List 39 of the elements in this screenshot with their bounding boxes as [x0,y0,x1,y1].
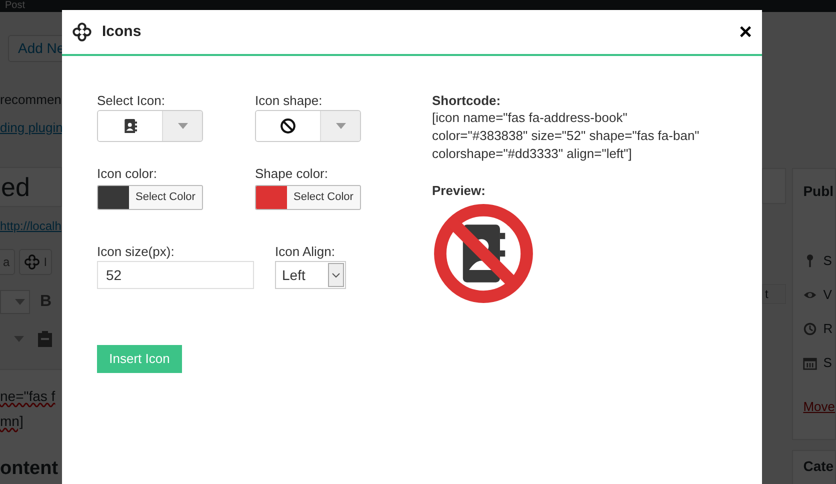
field-label: Select Icon: [97,93,166,108]
caret-icon [178,123,188,129]
shortcode-line: colorshape="#dd3333" align="left"] [432,145,633,163]
field-label: Icon color: [97,166,158,181]
content-heading: ontent [0,457,60,481]
shortcode-label: Shortcode: [432,93,502,109]
field-label: Icon shape: [255,93,324,108]
color-swatch[interactable] [256,186,287,209]
publish-item-label: S [823,252,832,270]
chevron-icon [332,272,340,278]
insert-icon-button[interactable]: Insert Icon [97,345,182,373]
icon-picker[interactable] [97,110,203,142]
publish-item-label: V [823,286,832,304]
content-line: mn] [0,412,24,431]
categories-title: Cate [803,458,834,474]
field-label: Icon size(px): [97,244,176,259]
select-color-button[interactable]: Select Color [287,186,360,209]
address-book-icon [124,118,136,134]
ban-icon [280,118,296,134]
select-color-button[interactable]: Select Color [129,186,202,209]
publish-title: Publ [803,182,835,201]
close-button[interactable]: × [739,21,752,43]
notice-text: recommen [0,91,62,109]
flower-icon [72,22,92,42]
icon-picker[interactable] [255,110,361,142]
field-label: Shape color: [255,166,329,181]
shortcode-line: color="#383838" size="52" shape="fas fa-ban" [432,127,700,145]
icon-size-field[interactable]: 52 [97,261,254,289]
shortcode-line: [icon name="fas fa-address-book" [432,109,628,127]
preview-label: Preview: [432,183,486,199]
publish-item-label: S [823,354,832,372]
align-select[interactable]: Left [275,261,346,289]
color-swatch[interactable] [98,186,129,209]
field-label: Icon Align: [275,244,336,259]
content-line: ne="fas f [0,387,56,406]
publish-item-label: R [823,320,833,338]
caret-icon [336,123,346,129]
permalink-link[interactable]: http://localh [0,217,62,235]
dialog-title: Icons [102,22,142,42]
